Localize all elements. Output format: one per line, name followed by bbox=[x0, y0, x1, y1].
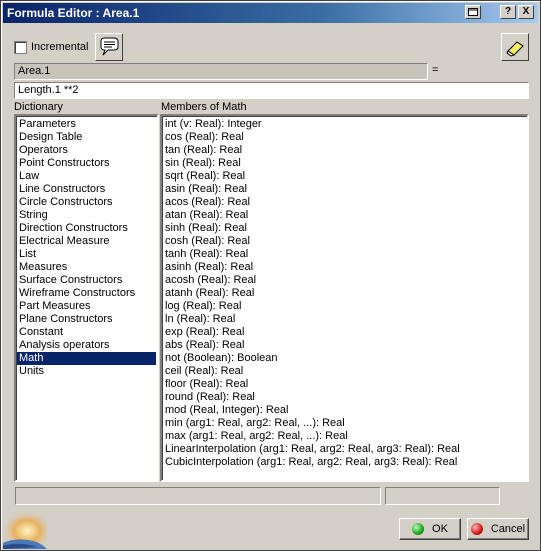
member-item[interactable]: mod (Real, Integer): Real bbox=[163, 404, 526, 417]
cancel-label: Cancel bbox=[490, 523, 526, 535]
dictionary-item[interactable]: Wireframe Constructors bbox=[17, 287, 156, 300]
dictionary-item[interactable]: Constant bbox=[17, 326, 156, 339]
member-item[interactable]: atan (Real): Real bbox=[163, 209, 526, 222]
incremental-label: Incremental bbox=[31, 41, 89, 53]
ok-label: OK bbox=[432, 523, 448, 535]
parameter-name-field: Area.1 bbox=[14, 63, 428, 80]
dictionary-item[interactable]: Analysis operators bbox=[17, 339, 156, 352]
dictionary-header: Dictionary bbox=[14, 101, 63, 113]
dictionary-item[interactable]: Point Constructors bbox=[17, 157, 156, 170]
member-item[interactable]: cosh (Real): Real bbox=[163, 235, 526, 248]
dictionary-item[interactable]: Circle Constructors bbox=[17, 196, 156, 209]
dictionary-item[interactable]: Units bbox=[17, 365, 156, 378]
member-item[interactable]: CubicInterpolation (arg1: Real, arg2: Re… bbox=[163, 456, 526, 469]
dictionary-item[interactable]: Measures bbox=[17, 261, 156, 274]
cancel-button[interactable]: Cancel bbox=[467, 518, 529, 540]
incremental-checkbox[interactable] bbox=[14, 41, 27, 54]
members-list[interactable]: int (v: Real): Integer cos (Real): Real ta… bbox=[160, 114, 529, 482]
dictionary-item[interactable]: Surface Constructors bbox=[17, 274, 156, 287]
dictionary-item[interactable]: Math bbox=[17, 352, 156, 365]
ok-icon bbox=[412, 523, 425, 535]
member-item[interactable]: asinh (Real): Real bbox=[163, 261, 526, 274]
dictionary-item[interactable]: Line Constructors bbox=[17, 183, 156, 196]
help-button[interactable]: ? bbox=[500, 5, 516, 19]
dictionary-item[interactable]: Design Table bbox=[17, 131, 156, 144]
member-item[interactable]: acos (Real): Real bbox=[163, 196, 526, 209]
speech-bubble-icon bbox=[100, 37, 119, 56]
member-item[interactable]: min (arg1: Real, arg2: Real, ...): Real bbox=[163, 417, 526, 430]
formula-editor-window: Formula Editor : Area.1 ? X Incremental … bbox=[0, 0, 541, 551]
members-header: Members of Math bbox=[161, 101, 247, 113]
dictionary-item[interactable]: Direction Constructors bbox=[17, 222, 156, 235]
dictionary-item[interactable]: Operators bbox=[17, 144, 156, 157]
title-bar[interactable]: Formula Editor : Area.1 ? X bbox=[3, 3, 538, 23]
dictionary-item[interactable]: Plane Constructors bbox=[17, 313, 156, 326]
dictionary-list[interactable]: Parameters Design Table Operators Point Con… bbox=[14, 114, 159, 482]
member-item[interactable]: exp (Real): Real bbox=[163, 326, 526, 339]
dictionary-item[interactable]: List bbox=[17, 248, 156, 261]
member-item[interactable]: acosh (Real): Real bbox=[163, 274, 526, 287]
member-item[interactable]: floor (Real): Real bbox=[163, 378, 526, 391]
cancel-icon bbox=[470, 523, 483, 535]
dictionary-item[interactable]: String bbox=[17, 209, 156, 222]
app-logo bbox=[3, 513, 47, 549]
member-item[interactable]: abs (Real): Real bbox=[163, 339, 526, 352]
member-item[interactable]: not (Boolean): Boolean bbox=[163, 352, 526, 365]
member-item[interactable]: round (Real): Real bbox=[163, 391, 526, 404]
formula-input[interactable]: Length.1 **2 bbox=[14, 82, 529, 99]
member-item[interactable]: LinearInterpolation (arg1: Real, arg2: R… bbox=[163, 443, 526, 456]
member-item[interactable]: tan (Real): Real bbox=[163, 144, 526, 157]
eraser-icon bbox=[506, 41, 524, 57]
ok-button[interactable]: OK bbox=[399, 518, 461, 540]
window-menu-button[interactable] bbox=[465, 5, 481, 19]
member-item[interactable]: sinh (Real): Real bbox=[163, 222, 526, 235]
status-field bbox=[15, 487, 381, 505]
equals-sign: = bbox=[432, 64, 439, 76]
window-menu-icon bbox=[468, 8, 478, 16]
dictionary-item[interactable]: Parameters bbox=[17, 118, 156, 131]
member-item[interactable]: atanh (Real): Real bbox=[163, 287, 526, 300]
comment-button[interactable] bbox=[95, 33, 123, 61]
member-item[interactable]: ceil (Real): Real bbox=[163, 365, 526, 378]
dictionary-item[interactable]: Part Measures bbox=[17, 300, 156, 313]
member-item[interactable]: asin (Real): Real bbox=[163, 183, 526, 196]
eraser-button[interactable] bbox=[501, 33, 529, 61]
member-item[interactable]: log (Real): Real bbox=[163, 300, 526, 313]
member-item[interactable]: ln (Real): Real bbox=[163, 313, 526, 326]
window-title: Formula Editor : Area.1 bbox=[7, 6, 140, 20]
member-item[interactable]: tanh (Real): Real bbox=[163, 248, 526, 261]
member-item[interactable]: cos (Real): Real bbox=[163, 131, 526, 144]
dictionary-item[interactable]: Law bbox=[17, 170, 156, 183]
member-item[interactable]: int (v: Real): Integer bbox=[163, 118, 526, 131]
member-item[interactable]: max (arg1: Real, arg2: Real, ...): Real bbox=[163, 430, 526, 443]
member-item[interactable]: sin (Real): Real bbox=[163, 157, 526, 170]
member-item[interactable]: sqrt (Real): Real bbox=[163, 170, 526, 183]
dictionary-item[interactable]: Electrical Measure bbox=[17, 235, 156, 248]
close-button[interactable]: X bbox=[518, 5, 534, 19]
status-field-secondary bbox=[385, 487, 500, 505]
